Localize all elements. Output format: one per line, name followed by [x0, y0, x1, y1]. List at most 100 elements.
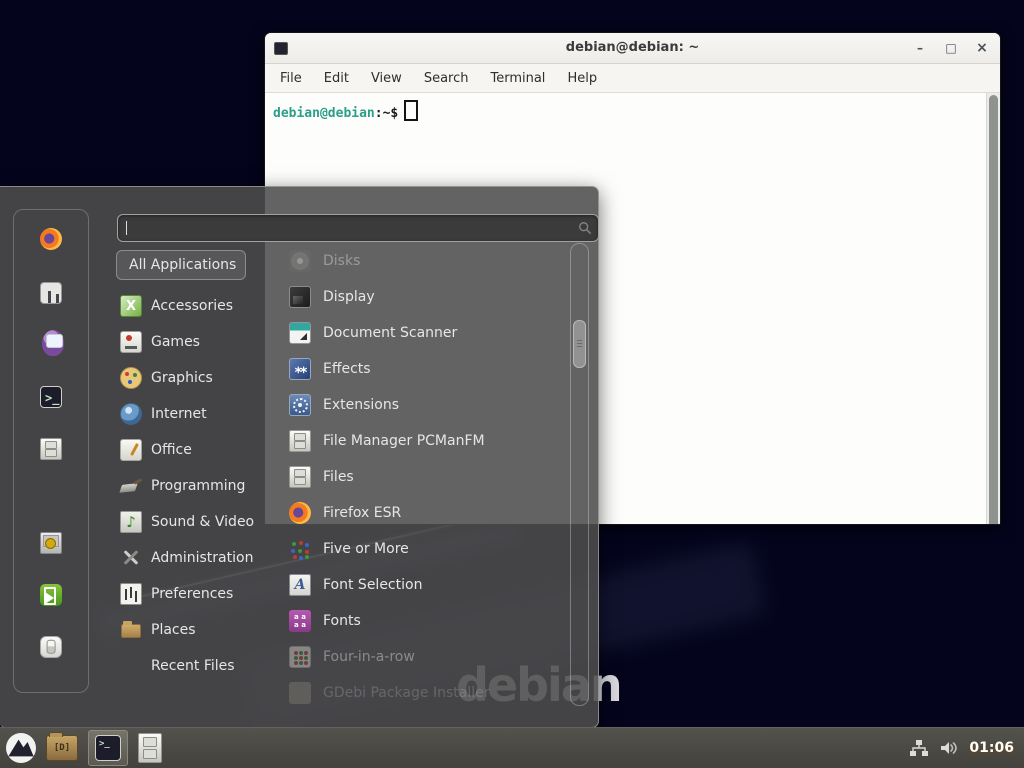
- app-list-scrollbar-thumb[interactable]: [573, 320, 586, 368]
- app-label: File Manager PCManFM: [323, 433, 485, 449]
- menu-edit[interactable]: Edit: [324, 71, 349, 86]
- category-label: Accessories: [151, 298, 233, 314]
- terminal-scrollbar[interactable]: [986, 93, 1000, 525]
- log-out-button[interactable]: [40, 584, 62, 606]
- app-document-scanner[interactable]: Document Scanner: [265, 315, 565, 351]
- log-out-icon: [40, 584, 62, 606]
- fonts-icon: [289, 610, 311, 632]
- app-fonts[interactable]: Fonts: [265, 603, 565, 639]
- font-selection-icon: [289, 574, 311, 596]
- app-display[interactable]: Display: [265, 279, 565, 315]
- search-input[interactable]: [127, 220, 578, 237]
- app-label: Document Scanner: [323, 325, 457, 341]
- favorite-firefox[interactable]: [40, 228, 62, 250]
- lock-screen-icon: [40, 532, 62, 554]
- administration-icon: [120, 547, 142, 569]
- app-label: GDebi Package Installer: [323, 685, 489, 701]
- category-label: Recent Files: [151, 658, 235, 674]
- category-label: Internet: [151, 406, 207, 422]
- file-cabinet-icon: [289, 430, 311, 452]
- application-menu: All Applications Accessories Games Graph…: [0, 186, 599, 728]
- category-games[interactable]: Games: [112, 324, 264, 360]
- gdebi-icon: [289, 682, 311, 704]
- volume-icon[interactable]: [939, 739, 959, 757]
- app-file-manager-pcmanfm[interactable]: File Manager PCManFM: [265, 423, 565, 459]
- category-label: Graphics: [151, 370, 213, 386]
- app-files[interactable]: Files: [265, 459, 565, 495]
- graphics-icon: [120, 367, 142, 389]
- terminal-titlebar[interactable]: debian@debian: ~ – □ ×: [265, 33, 1000, 64]
- extensions-icon: [289, 394, 311, 416]
- close-button[interactable]: ×: [974, 40, 990, 56]
- terminal-menubar: File Edit View Search Terminal Help: [265, 64, 1000, 93]
- category-sound-video[interactable]: Sound & Video: [112, 504, 264, 540]
- preferences-icon: [120, 583, 142, 605]
- category-places[interactable]: Places: [112, 612, 264, 648]
- terminal-cursor: [404, 100, 418, 121]
- category-graphics[interactable]: Graphics: [112, 360, 264, 396]
- pidgin-icon: [40, 334, 62, 356]
- sound-video-icon: [120, 511, 142, 533]
- app-effects[interactable]: Effects: [265, 351, 565, 387]
- shut-down-button[interactable]: [40, 636, 62, 658]
- terminal-scrollbar-thumb[interactable]: [989, 95, 998, 525]
- settings-icon: [40, 282, 62, 304]
- category-all-applications[interactable]: All Applications: [116, 250, 246, 280]
- files-launcher[interactable]: [138, 733, 162, 763]
- category-recent-files[interactable]: Recent Files: [112, 648, 264, 684]
- games-icon: [120, 331, 142, 353]
- app-disks[interactable]: Disks: [265, 243, 565, 279]
- network-icon[interactable]: [909, 739, 929, 757]
- app-font-selection[interactable]: Font Selection: [265, 567, 565, 603]
- app-label: Five or More: [323, 541, 409, 557]
- file-manager-launcher[interactable]: [D]: [46, 735, 78, 761]
- internet-icon: [120, 403, 142, 425]
- favorite-file-manager[interactable]: [40, 438, 62, 460]
- menu-file[interactable]: File: [280, 71, 302, 86]
- app-label: Disks: [323, 253, 360, 269]
- favorite-terminal[interactable]: [40, 386, 62, 408]
- menu-view[interactable]: View: [371, 71, 402, 86]
- terminal-task-button[interactable]: [88, 730, 128, 766]
- places-icon: [120, 619, 142, 641]
- category-accessories[interactable]: Accessories: [112, 288, 264, 324]
- maximize-button[interactable]: □: [943, 41, 959, 55]
- minimize-button[interactable]: –: [912, 41, 928, 55]
- app-label: Firefox ESR: [323, 505, 401, 521]
- category-programming[interactable]: Programming: [112, 468, 264, 504]
- programming-icon: [120, 475, 142, 497]
- menu-button[interactable]: [6, 733, 36, 763]
- document-scanner-icon: [289, 322, 311, 344]
- accessories-icon: [120, 295, 142, 317]
- category-administration[interactable]: Administration: [112, 540, 264, 576]
- app-five-or-more[interactable]: Five or More: [265, 531, 565, 567]
- app-label: Fonts: [323, 613, 361, 629]
- app-list-scrollbar[interactable]: [570, 243, 589, 706]
- desktop: debian debian@debian: ~ – □ × File Edit …: [0, 0, 1024, 768]
- app-firefox-esr[interactable]: Firefox ESR: [265, 495, 565, 531]
- scrollbar-grip: [577, 340, 582, 348]
- app-four-in-a-row[interactable]: Four-in-a-row: [265, 639, 565, 675]
- clock[interactable]: 01:06: [969, 740, 1014, 756]
- search-box[interactable]: [117, 214, 599, 242]
- file-cabinet-icon: [289, 466, 311, 488]
- category-internet[interactable]: Internet: [112, 396, 264, 432]
- menu-help[interactable]: Help: [567, 71, 597, 86]
- favorites-panel: [13, 209, 89, 693]
- lock-screen-button[interactable]: [40, 532, 62, 554]
- app-extensions[interactable]: Extensions: [265, 387, 565, 423]
- terminal-icon: [40, 386, 62, 408]
- favorite-pidgin[interactable]: [40, 334, 62, 356]
- category-label: Office: [151, 442, 192, 458]
- menu-terminal[interactable]: Terminal: [490, 71, 545, 86]
- app-label: Extensions: [323, 397, 399, 413]
- category-label: Programming: [151, 478, 245, 494]
- terminal-icon: [95, 735, 121, 761]
- category-preferences[interactable]: Preferences: [112, 576, 264, 612]
- favorite-settings[interactable]: [40, 282, 62, 304]
- taskbar: [D] 01:06: [0, 727, 1024, 768]
- category-office[interactable]: Office: [112, 432, 264, 468]
- app-gdebi-package-installer[interactable]: GDebi Package Installer: [265, 675, 565, 711]
- menu-search[interactable]: Search: [424, 71, 469, 86]
- category-label: Places: [151, 622, 196, 638]
